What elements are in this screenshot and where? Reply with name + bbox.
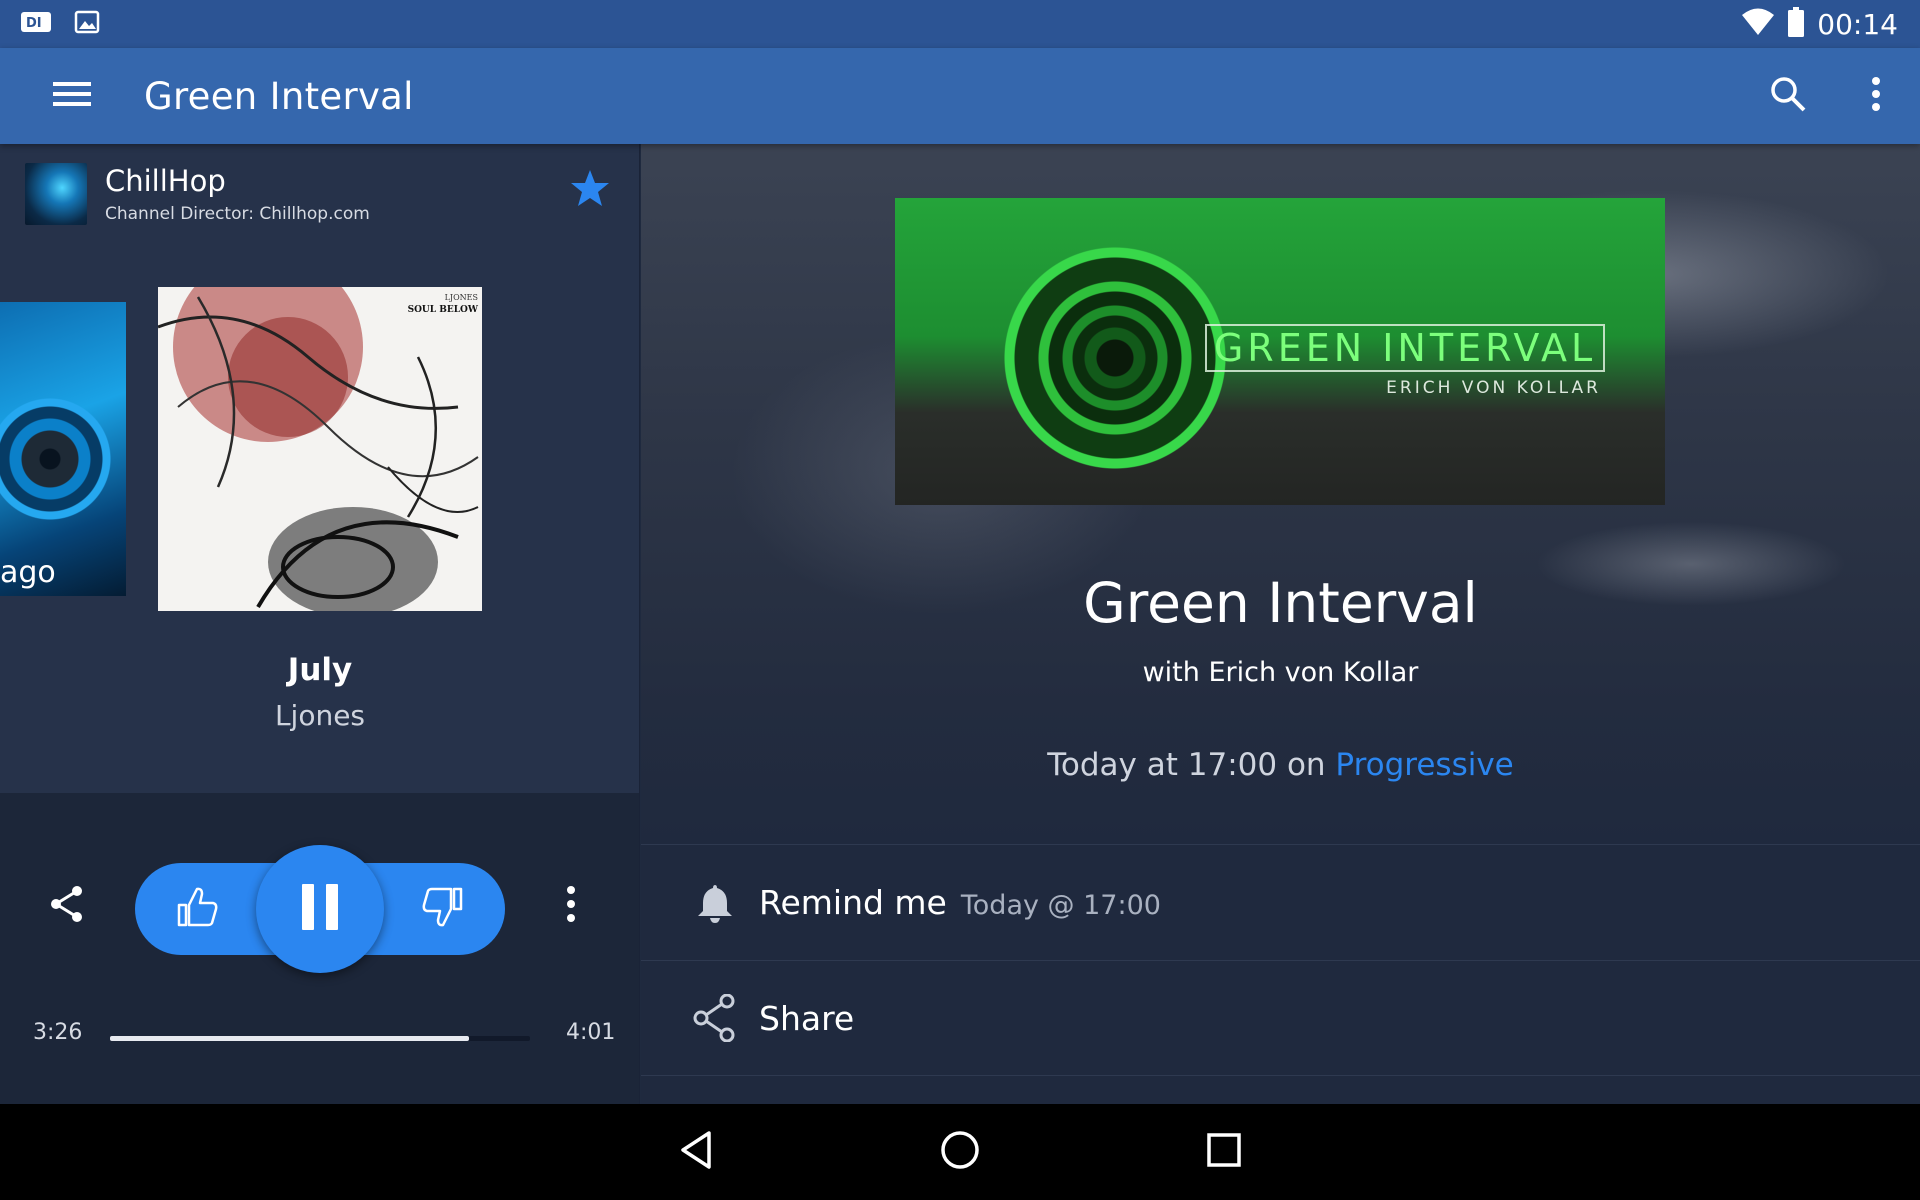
player-controls: 3:26 4:01 xyxy=(0,793,639,1104)
channel-name: ChillHop xyxy=(105,164,226,198)
bell-icon xyxy=(689,877,741,929)
time-total: 4:01 xyxy=(566,1020,616,1045)
navigation-bar xyxy=(0,1104,1920,1200)
thumbs-down-icon xyxy=(421,885,465,933)
player-more-button[interactable] xyxy=(552,879,590,933)
share-row[interactable]: Share xyxy=(641,960,1920,1076)
recents-icon xyxy=(1206,1132,1242,1172)
channel-thumbnail xyxy=(25,163,87,225)
share-icon xyxy=(49,885,85,927)
status-left: DI xyxy=(0,10,100,38)
status-bar: DI 00:14 xyxy=(0,0,1920,48)
overflow-menu-button[interactable] xyxy=(1832,48,1920,144)
show-detail-panel: GREEN INTERVAL ERICH VON KOLLAR Green In… xyxy=(641,144,1920,1104)
show-host: with Erich von Kollar xyxy=(1142,657,1419,688)
album-art-illustration xyxy=(158,287,479,611)
previous-track-art[interactable]: ago xyxy=(0,302,126,596)
share-label: Share xyxy=(759,998,855,1038)
svg-text:DI: DI xyxy=(26,16,42,31)
star-icon xyxy=(570,170,610,212)
home-button[interactable] xyxy=(912,1104,1008,1200)
show-hero: GREEN INTERVAL ERICH VON KOLLAR Green In… xyxy=(641,144,1920,844)
time-elapsed: 3:26 xyxy=(33,1020,83,1045)
banner-title: GREEN INTERVAL xyxy=(1213,326,1597,370)
back-button[interactable] xyxy=(648,1104,744,1200)
back-icon xyxy=(679,1130,713,1174)
home-icon xyxy=(939,1129,981,1175)
favorite-button[interactable] xyxy=(570,168,616,214)
status-time: 00:14 xyxy=(1817,7,1898,41)
track-artist: Ljones xyxy=(274,699,366,732)
show-schedule: Today at 17:00 on Progressive xyxy=(641,747,1920,783)
menu-button[interactable] xyxy=(0,48,144,144)
share-row-icon xyxy=(689,992,741,1044)
menu-icon xyxy=(53,81,91,111)
screen: DI 00:14 Green Interval ChillHop Channel… xyxy=(0,0,1920,1200)
progress-bar[interactable] xyxy=(110,1036,530,1041)
recents-button[interactable] xyxy=(1176,1104,1272,1200)
page-title: Green Interval xyxy=(144,74,414,118)
album-art-label-2: SOUL BELOW xyxy=(407,305,478,315)
thumbs-up-icon xyxy=(175,885,219,933)
search-icon xyxy=(1770,76,1806,116)
progress-fill xyxy=(110,1036,470,1041)
image-notification-icon xyxy=(74,10,100,38)
show-channel-link[interactable]: Progressive xyxy=(1335,747,1513,783)
pause-icon xyxy=(300,884,340,934)
show-title: Green Interval xyxy=(1083,571,1478,635)
status-right: 00:14 xyxy=(1741,7,1920,41)
remind-me-label: Remind me xyxy=(759,883,947,922)
di-notification-icon: DI xyxy=(20,10,52,38)
banner-subtitle: ERICH VON KOLLAR xyxy=(1386,378,1601,398)
overflow-menu-icon xyxy=(1871,77,1881,115)
search-button[interactable] xyxy=(1744,48,1832,144)
channel-text: ChillHop Channel Director: Chillhop.com xyxy=(105,164,370,224)
channel-row[interactable]: ChillHop Channel Director: Chillhop.com xyxy=(0,144,639,244)
now-playing-panel: ChillHop Channel Director: Chillhop.com … xyxy=(0,144,640,1104)
app-bar: Green Interval xyxy=(0,48,1920,144)
show-banner: GREEN INTERVAL ERICH VON KOLLAR xyxy=(895,198,1665,505)
album-art: LJONES SOUL BELOW xyxy=(158,287,482,611)
more-icon xyxy=(566,886,576,926)
show-time-text: Today at 17:00 on xyxy=(1047,747,1336,783)
track-title: July xyxy=(287,652,353,688)
album-art-label-1: LJONES xyxy=(444,293,478,302)
previous-track-caption: ago xyxy=(0,555,56,590)
wifi-icon xyxy=(1741,8,1775,40)
app-actions xyxy=(1744,48,1920,144)
channel-director: Channel Director: Chillhop.com xyxy=(105,204,370,224)
remind-me-row[interactable]: Remind me Today @ 17:00 xyxy=(641,844,1920,960)
battery-icon xyxy=(1787,7,1805,41)
thumbs-up-button[interactable] xyxy=(168,880,226,938)
thumbs-down-button[interactable] xyxy=(414,880,472,938)
player-share-button[interactable] xyxy=(40,879,94,933)
remind-me-time: Today @ 17:00 xyxy=(960,890,1161,921)
pause-button[interactable] xyxy=(256,845,384,973)
